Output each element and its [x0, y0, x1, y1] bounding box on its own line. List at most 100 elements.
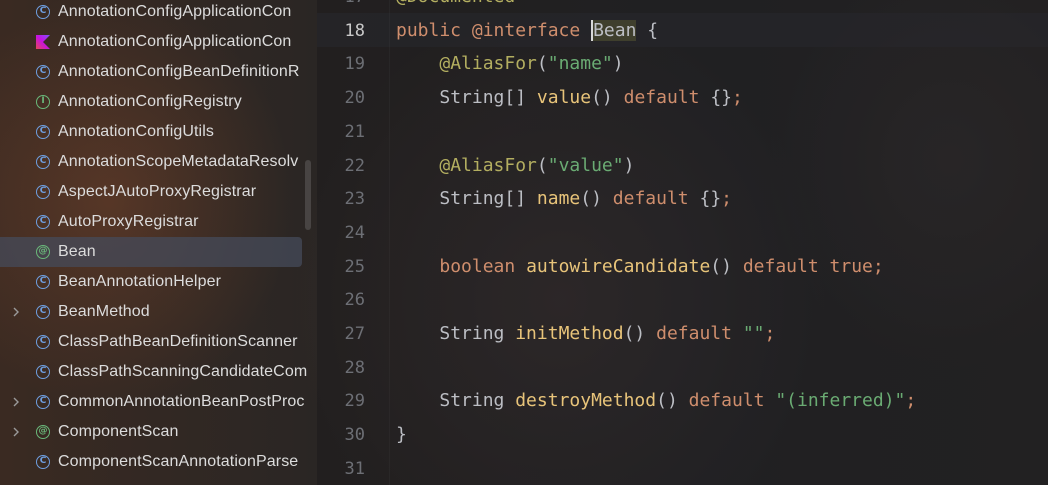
line-number: 19	[344, 54, 365, 74]
class-icon: C	[34, 363, 52, 381]
tree-item-label: BeanAnnotationHelper	[58, 273, 222, 290]
line-number: 17	[317, 0, 365, 14]
project-tree-scrollbar[interactable]	[305, 160, 311, 230]
tree-item[interactable]: C ClassPathScanningCandidateCom	[0, 357, 317, 387]
class-icon: C	[34, 213, 52, 231]
class-icon: C	[34, 123, 52, 141]
code-token: String	[439, 390, 516, 411]
code-token: "name"	[547, 53, 613, 74]
project-tree[interactable]: C AnnotationConfigApplicationCon Annotatio…	[0, 0, 317, 485]
code-token: public	[396, 20, 472, 41]
line-number: 20	[344, 88, 365, 108]
tree-item[interactable]: C AnnotationConfigApplicationCon	[0, 0, 317, 27]
line-number: 28	[344, 358, 365, 378]
interface-icon-glyph: I	[36, 95, 50, 109]
annotation-icon-glyph: @	[36, 245, 50, 259]
tree-item-label: CommonAnnotationBeanPostProc	[58, 393, 305, 410]
class-icon: C	[34, 183, 52, 201]
class-icon: C	[34, 453, 52, 471]
code-token: {}	[699, 188, 722, 209]
code-line[interactable]: @Documented	[396, 0, 515, 14]
class-icon: C	[34, 153, 52, 171]
tree-item[interactable]: AnnotationConfigApplicationCon	[0, 27, 317, 57]
line-number: 30	[344, 425, 365, 445]
tree-item[interactable]: I AnnotationConfigRegistry	[0, 87, 317, 117]
annotation-icon: @	[34, 423, 52, 441]
tree-item-label: Bean	[58, 243, 96, 260]
ide-window: C AnnotationConfigApplicationCon Annotatio…	[0, 0, 1048, 485]
code-token: @Documented	[396, 0, 515, 7]
tree-item[interactable]: C AnnotationConfigUtils	[0, 117, 317, 147]
tree-item[interactable]: C BeanMethod	[0, 297, 317, 327]
code-token: ;	[732, 87, 743, 108]
class-icon-glyph: C	[36, 125, 50, 139]
tree-item-label: ClassPathBeanDefinitionScanner	[58, 333, 298, 350]
tree-item[interactable]: C CommonAnnotationBeanPostProc	[0, 387, 317, 417]
class-icon-glyph: C	[36, 65, 50, 79]
code-token: @AliasFor	[439, 155, 537, 176]
code-token: ()	[710, 256, 743, 277]
tree-item[interactable]: @ Bean	[0, 237, 302, 267]
class-icon: C	[34, 273, 52, 291]
code-token: interface	[482, 20, 592, 41]
class-icon-glyph: C	[36, 305, 50, 319]
tree-item[interactable]: C AnnotationConfigBeanDefinitionR	[0, 57, 317, 87]
tree-item-label: ComponentScanAnnotationParse	[58, 453, 299, 470]
code-line[interactable]: String destroyMethod() default "(inferre…	[396, 384, 916, 418]
class-icon: C	[34, 333, 52, 351]
code-line[interactable]: String[] value() default {};	[396, 81, 743, 115]
code-editor[interactable]: 17 @Documented 18 public @interface Bean { 1…	[317, 0, 1048, 485]
line-number: 27	[344, 324, 365, 344]
code-token: @AliasFor	[439, 53, 537, 74]
tree-item-label: AnnotationConfigApplicationCon	[58, 3, 292, 20]
code-line[interactable]: boolean autowireCandidate() default true…	[396, 250, 883, 284]
code-token: default	[623, 87, 711, 108]
code-token: ()	[580, 188, 613, 209]
tree-item[interactable]: C BeanAnnotationHelper	[0, 267, 317, 297]
code-token: String[]	[439, 188, 537, 209]
code-line[interactable]: @AliasFor("value")	[396, 149, 634, 183]
tree-item-label: AnnotationScopeMetadataResolv	[58, 153, 299, 170]
class-icon-glyph: C	[36, 455, 50, 469]
code-token: String	[439, 323, 516, 344]
tree-item-label: AnnotationConfigBeanDefinitionR	[58, 63, 300, 80]
tree-item-label: AnnotationConfigUtils	[58, 123, 214, 140]
code-line[interactable]: String initMethod() default "";	[396, 317, 775, 351]
tree-item[interactable]: C ComponentScanAnnotationParse	[0, 447, 317, 477]
class-icon-glyph: C	[36, 335, 50, 349]
line-number: 18	[344, 21, 365, 41]
class-icon-glyph: C	[36, 185, 50, 199]
tree-item-label: BeanMethod	[58, 303, 150, 320]
tree-item[interactable]: C AspectJAutoProxyRegistrar	[0, 177, 317, 207]
class-icon-glyph: C	[36, 275, 50, 289]
tree-item[interactable]: C ClassPathBeanDefinitionScanner	[0, 327, 317, 357]
code-token: (	[536, 53, 548, 74]
class-icon-glyph: C	[36, 395, 50, 409]
code-line[interactable]: }	[396, 418, 407, 452]
class-icon-glyph: C	[36, 5, 50, 19]
code-token: )	[612, 53, 624, 74]
code-token: {	[636, 20, 659, 41]
code-token: ;	[764, 323, 776, 344]
tree-item[interactable]: @ ComponentScan	[0, 417, 317, 447]
code-line[interactable]: public @interface Bean {	[396, 14, 658, 48]
code-token: ;	[721, 188, 733, 209]
tree-item-label: AspectJAutoProxyRegistrar	[58, 183, 257, 200]
code-token: ""	[742, 323, 765, 344]
code-line[interactable]: @AliasFor("name")	[396, 47, 624, 81]
code-token: "(inferred)"	[775, 390, 906, 411]
chevron-right-icon[interactable]	[8, 304, 24, 320]
chevron-right-icon[interactable]	[8, 394, 24, 410]
tree-item[interactable]: C AutoProxyRegistrar	[0, 207, 317, 237]
chevron-right-icon[interactable]	[8, 424, 24, 440]
line-number: 22	[344, 156, 365, 176]
code-token: }	[396, 424, 407, 445]
tree-item[interactable]: C AnnotationScopeMetadataResolv	[0, 147, 317, 177]
code-line[interactable]: String[] name() default {};	[396, 182, 732, 216]
code-token: true	[829, 256, 873, 277]
code-token: default	[742, 256, 830, 277]
